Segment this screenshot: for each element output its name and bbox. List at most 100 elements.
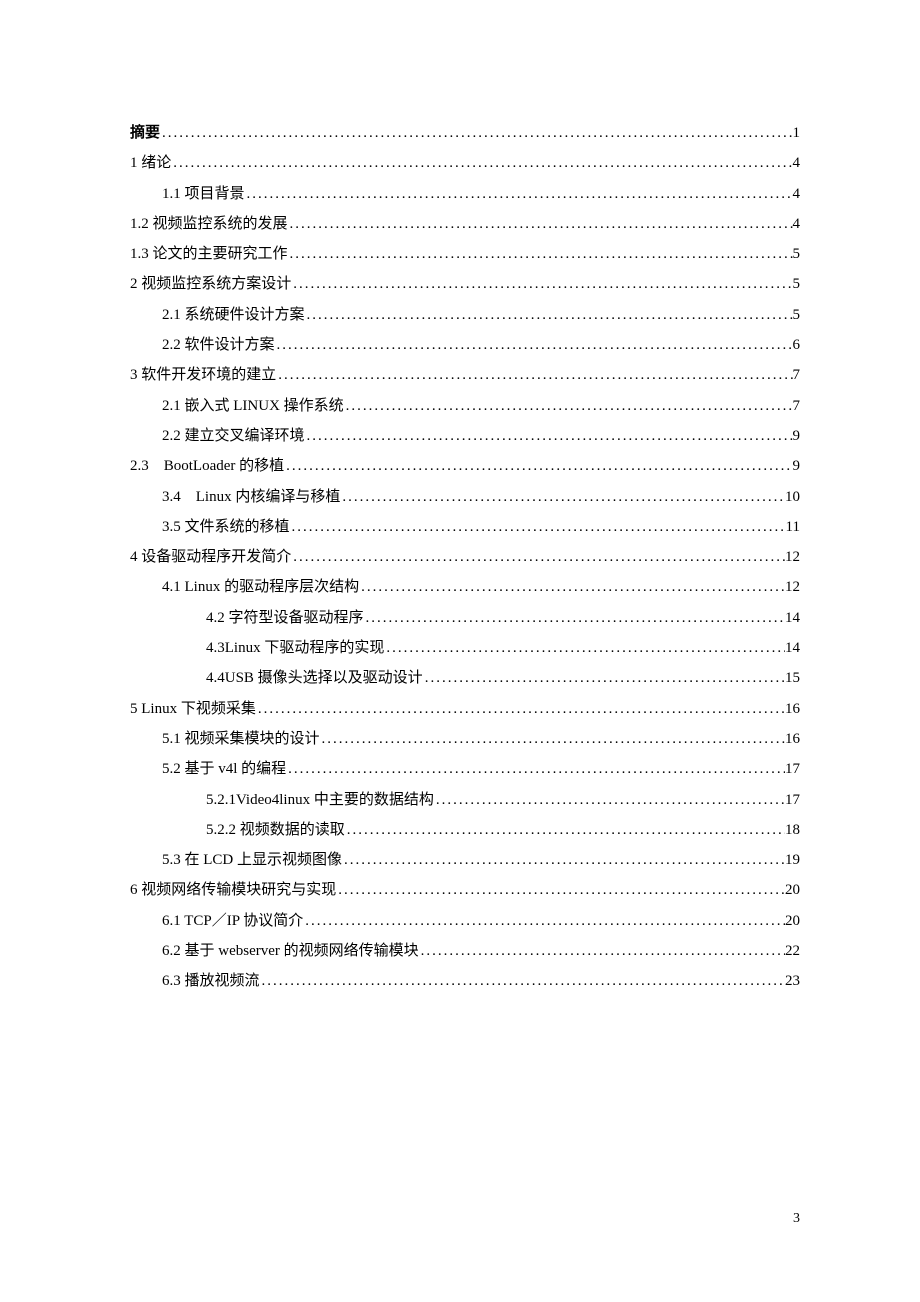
toc-title: 5.3 在 LCD 上显示视频图像 (162, 845, 342, 875)
toc-leader (364, 603, 785, 633)
toc-leader (286, 754, 785, 784)
toc-page: 4 (793, 179, 801, 209)
toc-entry: 2.2 建立交叉编译环境9 (130, 421, 800, 451)
toc-entry: 2.1 系统硬件设计方案 5 (130, 300, 800, 330)
toc-entry: 1 绪论 4 (130, 148, 800, 178)
toc-title: 6.3 播放视频流 (162, 966, 260, 996)
toc-page: 20 (785, 906, 800, 936)
toc-title: 2.3 BootLoader 的移植 (130, 451, 284, 481)
toc-title: 5 Linux 下视频采集 (130, 694, 256, 724)
toc-title: 1.3 论文的主要研究工作 (130, 239, 288, 269)
toc-leader (288, 209, 793, 239)
toc-leader (303, 906, 785, 936)
toc-leader (305, 421, 793, 451)
toc-page: 15 (785, 663, 800, 693)
toc-leader (419, 936, 785, 966)
toc-entry: 4.1 Linux 的驱动程序层次结构12 (130, 572, 800, 602)
toc-page: 19 (785, 845, 800, 875)
toc-page: 14 (785, 603, 800, 633)
toc-leader (340, 482, 785, 512)
toc-title: 6.1 TCP／IP 协议简介 (162, 906, 303, 936)
toc-page: 5 (793, 239, 801, 269)
toc-entry: 2.3 BootLoader 的移植 9 (130, 451, 800, 481)
page-number: 3 (793, 1211, 800, 1227)
toc-entry: 摘要1 (130, 118, 800, 148)
toc-leader (434, 785, 785, 815)
toc-entry: 6.1 TCP／IP 协议简介 20 (130, 906, 800, 936)
toc-page: 20 (785, 875, 800, 905)
toc-leader (276, 360, 792, 390)
toc-page: 摘要11 绪论41.1 项目背景41.2 视频监控系统的发展41.3 论文的主要… (0, 0, 920, 997)
toc-page: 22 (785, 936, 800, 966)
toc-page: 16 (785, 694, 800, 724)
toc-leader (320, 724, 785, 754)
toc-entry: 2.1 嵌入式 LINUX 操作系统7 (130, 391, 800, 421)
toc-entry: 2 视频监控系统方案设计5 (130, 269, 800, 299)
toc-title: 3 软件开发环境的建立 (130, 360, 276, 390)
toc-page: 18 (785, 815, 800, 845)
toc-title: 1.2 视频监控系统的发展 (130, 209, 288, 239)
toc-entry: 5.2.1Video4linux 中主要的数据结构 17 (130, 785, 800, 815)
toc-title: 3.4 Linux 内核编译与移植 (162, 482, 340, 512)
toc-leader (291, 542, 785, 572)
toc-title: 6 视频网络传输模块研究与实现 (130, 875, 336, 905)
toc-leader (423, 663, 785, 693)
toc-leader (291, 269, 792, 299)
toc-title: 5.2.2 视频数据的读取 (206, 815, 345, 845)
toc-page: 6 (793, 330, 801, 360)
toc-entry: 6.3 播放视频流 23 (130, 966, 800, 996)
toc-leader (245, 179, 793, 209)
toc-title: 2.1 嵌入式 LINUX 操作系统 (162, 391, 344, 421)
toc-page: 23 (785, 966, 800, 996)
toc-entry: 6.2 基于 webserver 的视频网络传输模块 22 (130, 936, 800, 966)
toc-leader (260, 966, 785, 996)
toc-entry: 1.3 论文的主要研究工作 5 (130, 239, 800, 269)
toc-page: 5 (793, 300, 801, 330)
toc-leader (384, 633, 785, 663)
toc-page: 17 (785, 785, 800, 815)
toc-page: 4 (793, 209, 801, 239)
toc-leader (359, 572, 785, 602)
toc-entry: 6 视频网络传输模块研究与实现 20 (130, 875, 800, 905)
toc-title: 摘要 (130, 118, 160, 148)
toc-page: 14 (785, 633, 800, 663)
toc-page: 9 (793, 451, 801, 481)
toc-leader (275, 330, 793, 360)
toc-leader (288, 239, 793, 269)
toc-page: 4 (793, 148, 801, 178)
toc-entry: 4 设备驱动程序开发简介12 (130, 542, 800, 572)
toc-title: 2.1 系统硬件设计方案 (162, 300, 305, 330)
toc-entry: 3.5 文件系统的移植 11 (130, 512, 800, 542)
toc-entry: 3 软件开发环境的建立7 (130, 360, 800, 390)
toc-page: 16 (785, 724, 800, 754)
toc-page: 11 (786, 512, 800, 542)
toc-list: 摘要11 绪论41.1 项目背景41.2 视频监控系统的发展41.3 论文的主要… (130, 118, 800, 997)
toc-entry: 4.2 字符型设备驱动程序 14 (130, 603, 800, 633)
toc-page: 9 (793, 421, 801, 451)
toc-title: 4.2 字符型设备驱动程序 (206, 603, 364, 633)
toc-leader (342, 845, 785, 875)
toc-title: 6.2 基于 webserver 的视频网络传输模块 (162, 936, 419, 966)
toc-title: 3.5 文件系统的移植 (162, 512, 290, 542)
toc-entry: 5 Linux 下视频采集 16 (130, 694, 800, 724)
toc-leader (256, 694, 785, 724)
toc-leader (284, 451, 792, 481)
toc-title: 1.1 项目背景 (162, 179, 245, 209)
toc-leader (171, 148, 792, 178)
toc-entry: 4.4USB 摄像头选择以及驱动设计 15 (130, 663, 800, 693)
toc-entry: 5.2.2 视频数据的读取 18 (130, 815, 800, 845)
toc-title: 5.1 视频采集模块的设计 (162, 724, 320, 754)
toc-title: 4 设备驱动程序开发简介 (130, 542, 291, 572)
toc-title: 2.2 软件设计方案 (162, 330, 275, 360)
toc-title: 4.3Linux 下驱动程序的实现 (206, 633, 384, 663)
toc-title: 5.2.1Video4linux 中主要的数据结构 (206, 785, 434, 815)
toc-title: 5.2 基于 v4l 的编程 (162, 754, 286, 784)
toc-leader (305, 300, 793, 330)
toc-leader (336, 875, 785, 905)
toc-title: 2 视频监控系统方案设计 (130, 269, 291, 299)
toc-entry: 1.2 视频监控系统的发展 4 (130, 209, 800, 239)
toc-page: 17 (785, 754, 800, 784)
toc-entry: 1.1 项目背景 4 (130, 179, 800, 209)
toc-title: 4.4USB 摄像头选择以及驱动设计 (206, 663, 423, 693)
toc-title: 1 绪论 (130, 148, 171, 178)
